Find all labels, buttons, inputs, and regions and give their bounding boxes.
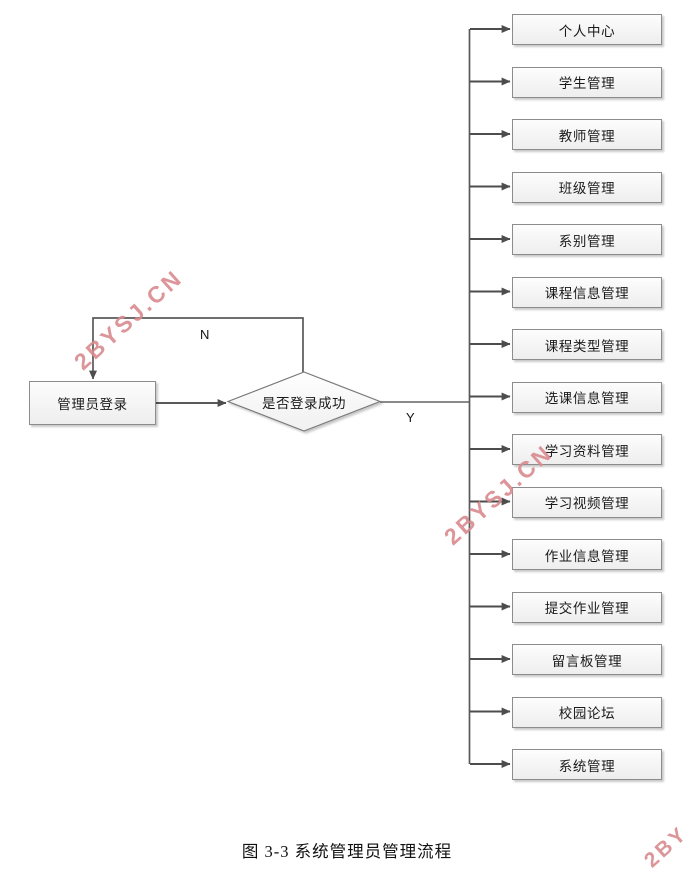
node-admin-login[interactable]: 管理员登录 — [29, 381, 156, 425]
node-menu-item-12[interactable]: 提交作业管理 — [512, 591, 662, 623]
node-menu-item-15[interactable]: 系统管理 — [512, 749, 662, 780]
node-menu-item-11[interactable]: 作业信息管理 — [512, 539, 662, 570]
node-menu-item-6[interactable]: 课程信息管理 — [512, 276, 662, 308]
edge-label-no: N — [200, 327, 210, 342]
node-menu-label: 课程类型管理 — [544, 338, 630, 354]
node-menu-label: 学习资料管理 — [544, 443, 630, 459]
node-menu-item-2[interactable]: 学生管理 — [512, 66, 662, 98]
node-menu-item-10[interactable]: 学习视频管理 — [512, 486, 662, 518]
node-menu-item-1[interactable]: 个人中心 — [512, 14, 662, 45]
node-menu-label: 选课信息管理 — [544, 391, 630, 406]
node-menu-item-7[interactable]: 课程类型管理 — [512, 329, 662, 360]
edge-label-yes: Y — [406, 410, 415, 425]
node-menu-label: 提交作业管理 — [544, 601, 630, 616]
node-menu-item-4[interactable]: 班级管理 — [512, 171, 662, 203]
flowchart-canvas: 管理员登录 是否登录成功 N Y 个人中心 学生管理 教师管理 班级管理 系别管… — [0, 0, 694, 869]
node-menu-label: 系别管理 — [558, 233, 616, 249]
node-menu-label: 留言板管理 — [551, 653, 623, 669]
node-menu-label: 班级管理 — [558, 181, 616, 196]
menu-branch-arrows — [470, 25, 511, 768]
node-menu-label: 学生管理 — [558, 76, 616, 91]
node-menu-item-8[interactable]: 选课信息管理 — [512, 381, 662, 413]
node-menu-label: 教师管理 — [558, 128, 616, 144]
node-admin-login-label: 管理员登录 — [57, 397, 128, 412]
node-menu-label: 个人中心 — [558, 23, 616, 39]
node-menu-item-5[interactable]: 系别管理 — [512, 224, 662, 255]
node-login-success-decision[interactable]: 是否登录成功 — [228, 372, 380, 431]
node-menu-item-3[interactable]: 教师管理 — [512, 119, 662, 150]
node-menu-item-14[interactable]: 校园论坛 — [512, 696, 662, 728]
node-menu-label: 校园论坛 — [558, 706, 616, 721]
node-menu-label: 作业信息管理 — [544, 548, 630, 564]
node-menu-label: 课程信息管理 — [544, 286, 630, 301]
node-menu-item-13[interactable]: 留言板管理 — [512, 644, 662, 675]
node-menu-label: 学习视频管理 — [544, 496, 630, 511]
node-menu-label: 系统管理 — [558, 758, 616, 774]
decision-label: 是否登录成功 — [262, 395, 346, 411]
watermark-left: 2BYSJ.CN — [68, 264, 188, 375]
figure-caption: 图 3-3 系统管理员管理流程 — [241, 842, 453, 861]
